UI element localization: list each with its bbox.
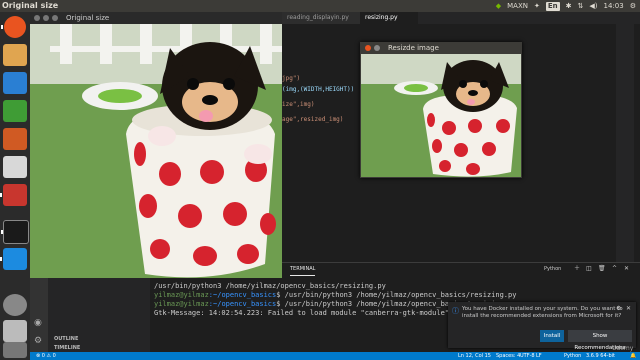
ubuntu-dash-icon[interactable] xyxy=(1,16,26,38)
activity-bar: ◉ ⚙ xyxy=(30,278,48,352)
system-tray: ◆ MAXN ✦ En ✱ ⇅ ◀) 14:03 ⚙ xyxy=(496,0,636,12)
volume-icon[interactable]: ◀) xyxy=(589,0,597,12)
top-panel: Original size ◆ MAXN ✦ En ✱ ⇅ ◀) 14:03 ⚙ xyxy=(0,0,640,12)
notification-message: You have Docker installed on your system… xyxy=(462,306,623,319)
launcher xyxy=(0,12,30,360)
writer-icon[interactable] xyxy=(3,72,27,94)
notifications-bell-icon[interactable]: 🔔 xyxy=(630,352,636,360)
terminal-path: :~/opencv_basics xyxy=(208,291,277,299)
account-icon[interactable]: ◉ xyxy=(34,318,42,328)
editor-tab-bar: reading_displayin.py resizing.py xyxy=(282,12,640,24)
install-button[interactable]: Install xyxy=(540,330,564,342)
maxn-label[interactable]: MAXN xyxy=(507,0,528,12)
info-icon: ⓘ xyxy=(452,307,459,315)
resized-puppy-image xyxy=(361,54,521,177)
terminal-line: /usr/bin/python3 /home/yilmaz/opencv_bas… xyxy=(154,282,386,290)
files-icon[interactable] xyxy=(3,44,27,66)
keyboard-layout[interactable]: En xyxy=(545,1,560,11)
cursor-position[interactable]: Ln 12, Col 15 xyxy=(458,352,491,360)
terminal-user: yilmaz@yilmaz xyxy=(154,291,209,299)
resized-image-canvas xyxy=(361,54,521,177)
docker-notification: ⓘ ⚙ ✕ You have Docker installed on your … xyxy=(448,302,636,351)
encoding[interactable]: UTF-8 xyxy=(520,352,535,360)
system-settings-icon[interactable] xyxy=(0,184,27,206)
kill-terminal-icon[interactable]: 🗑 xyxy=(598,263,606,275)
indentation[interactable]: Spaces: 4 xyxy=(496,352,520,360)
dropbox-icon[interactable]: ✦ xyxy=(534,0,540,12)
panel-dropdown[interactable]: Python xyxy=(544,263,561,275)
panel-header: TERMINAL Python ＋ ◫ 🗑 ^ ✕ xyxy=(282,262,640,276)
timeline-section[interactable]: TIMELINE xyxy=(54,345,80,351)
status-bar: ⊗ 0 ⚠ 0 Ln 12, Col 15 Spaces: 4 UTF-8 LF… xyxy=(30,352,640,360)
bluetooth-icon[interactable]: ✱ xyxy=(566,0,572,12)
calc-icon[interactable] xyxy=(3,100,27,122)
minimize-button[interactable] xyxy=(374,45,380,51)
maximize-panel-icon[interactable]: ^ xyxy=(612,263,617,275)
minimize-button[interactable] xyxy=(43,15,49,21)
original-window-titlebar[interactable]: Original size xyxy=(30,12,282,24)
resize-window-titlebar[interactable]: Resizde image xyxy=(360,42,522,54)
window-title: Original size xyxy=(2,1,59,10)
code-line-imread: jpg") xyxy=(282,75,301,82)
problems-icon[interactable]: ⊗ 0 ⚠ 0 xyxy=(36,352,56,360)
terminal-path: :~/opencv_basics xyxy=(208,300,277,308)
close-panel-icon[interactable]: ✕ xyxy=(624,263,629,275)
impress-icon[interactable] xyxy=(3,128,27,150)
terminal-icon[interactable] xyxy=(1,220,29,244)
terminal-line: Gtk-Message: 14:02:54.223: Failed to loa… xyxy=(154,309,450,317)
code-line-resize: (img,(WIDTH,HEIGHT)) xyxy=(282,86,355,93)
resized-image-window[interactable]: Resizde image xyxy=(360,42,522,178)
original-window-title: Original size xyxy=(66,14,110,22)
new-terminal-icon[interactable]: ＋ xyxy=(574,263,580,275)
maximize-button[interactable] xyxy=(52,15,58,21)
watermark: Udemy xyxy=(612,345,634,352)
puppy-in-cup-image xyxy=(30,24,282,278)
eol[interactable]: LF xyxy=(536,352,542,360)
help-icon[interactable] xyxy=(3,294,27,316)
original-size-window[interactable]: Original size xyxy=(30,12,282,278)
outline-section[interactable]: OUTLINE xyxy=(54,336,78,342)
software-center-icon[interactable] xyxy=(3,156,27,178)
show-recommendations-button[interactable]: Show Recommendations xyxy=(568,330,632,351)
explorer-sidebar: OUTLINE TIMELINE xyxy=(30,278,150,352)
terminal-line: yilmaz@yilmaz:~/opencv_basics$ /usr/bin/… xyxy=(154,291,516,300)
minimap[interactable] xyxy=(616,24,634,262)
manage-gear-icon[interactable]: ⚙ xyxy=(34,336,42,346)
close-button[interactable] xyxy=(34,15,40,21)
settings-gear-icon[interactable]: ⚙ xyxy=(630,0,636,12)
close-button[interactable] xyxy=(365,45,371,51)
drive-icon[interactable] xyxy=(3,320,27,342)
tab-resizing[interactable]: resizing.py xyxy=(360,12,418,24)
nvidia-icon[interactable]: ◆ xyxy=(496,0,501,12)
network-icon[interactable]: ⇅ xyxy=(578,0,584,12)
tab-reading-displaying[interactable]: reading_displayin.py xyxy=(282,12,364,24)
clock[interactable]: 14:03 xyxy=(604,0,624,12)
resize-window-title: Resizde image xyxy=(388,44,439,52)
terminal-user: yilmaz@yilmaz xyxy=(154,300,209,308)
terminal-command: $ /usr/bin/python3 /home/yilmaz/opencv_b… xyxy=(276,291,517,299)
trash-icon[interactable] xyxy=(3,342,27,358)
split-terminal-icon[interactable]: ◫ xyxy=(586,263,592,275)
code-line-imshow-resized: age",resized_img) xyxy=(282,116,344,123)
vscode-icon[interactable] xyxy=(0,248,27,270)
tab-terminal[interactable]: TERMINAL xyxy=(290,263,316,276)
code-line-imshow-original: ize",img) xyxy=(282,101,315,108)
